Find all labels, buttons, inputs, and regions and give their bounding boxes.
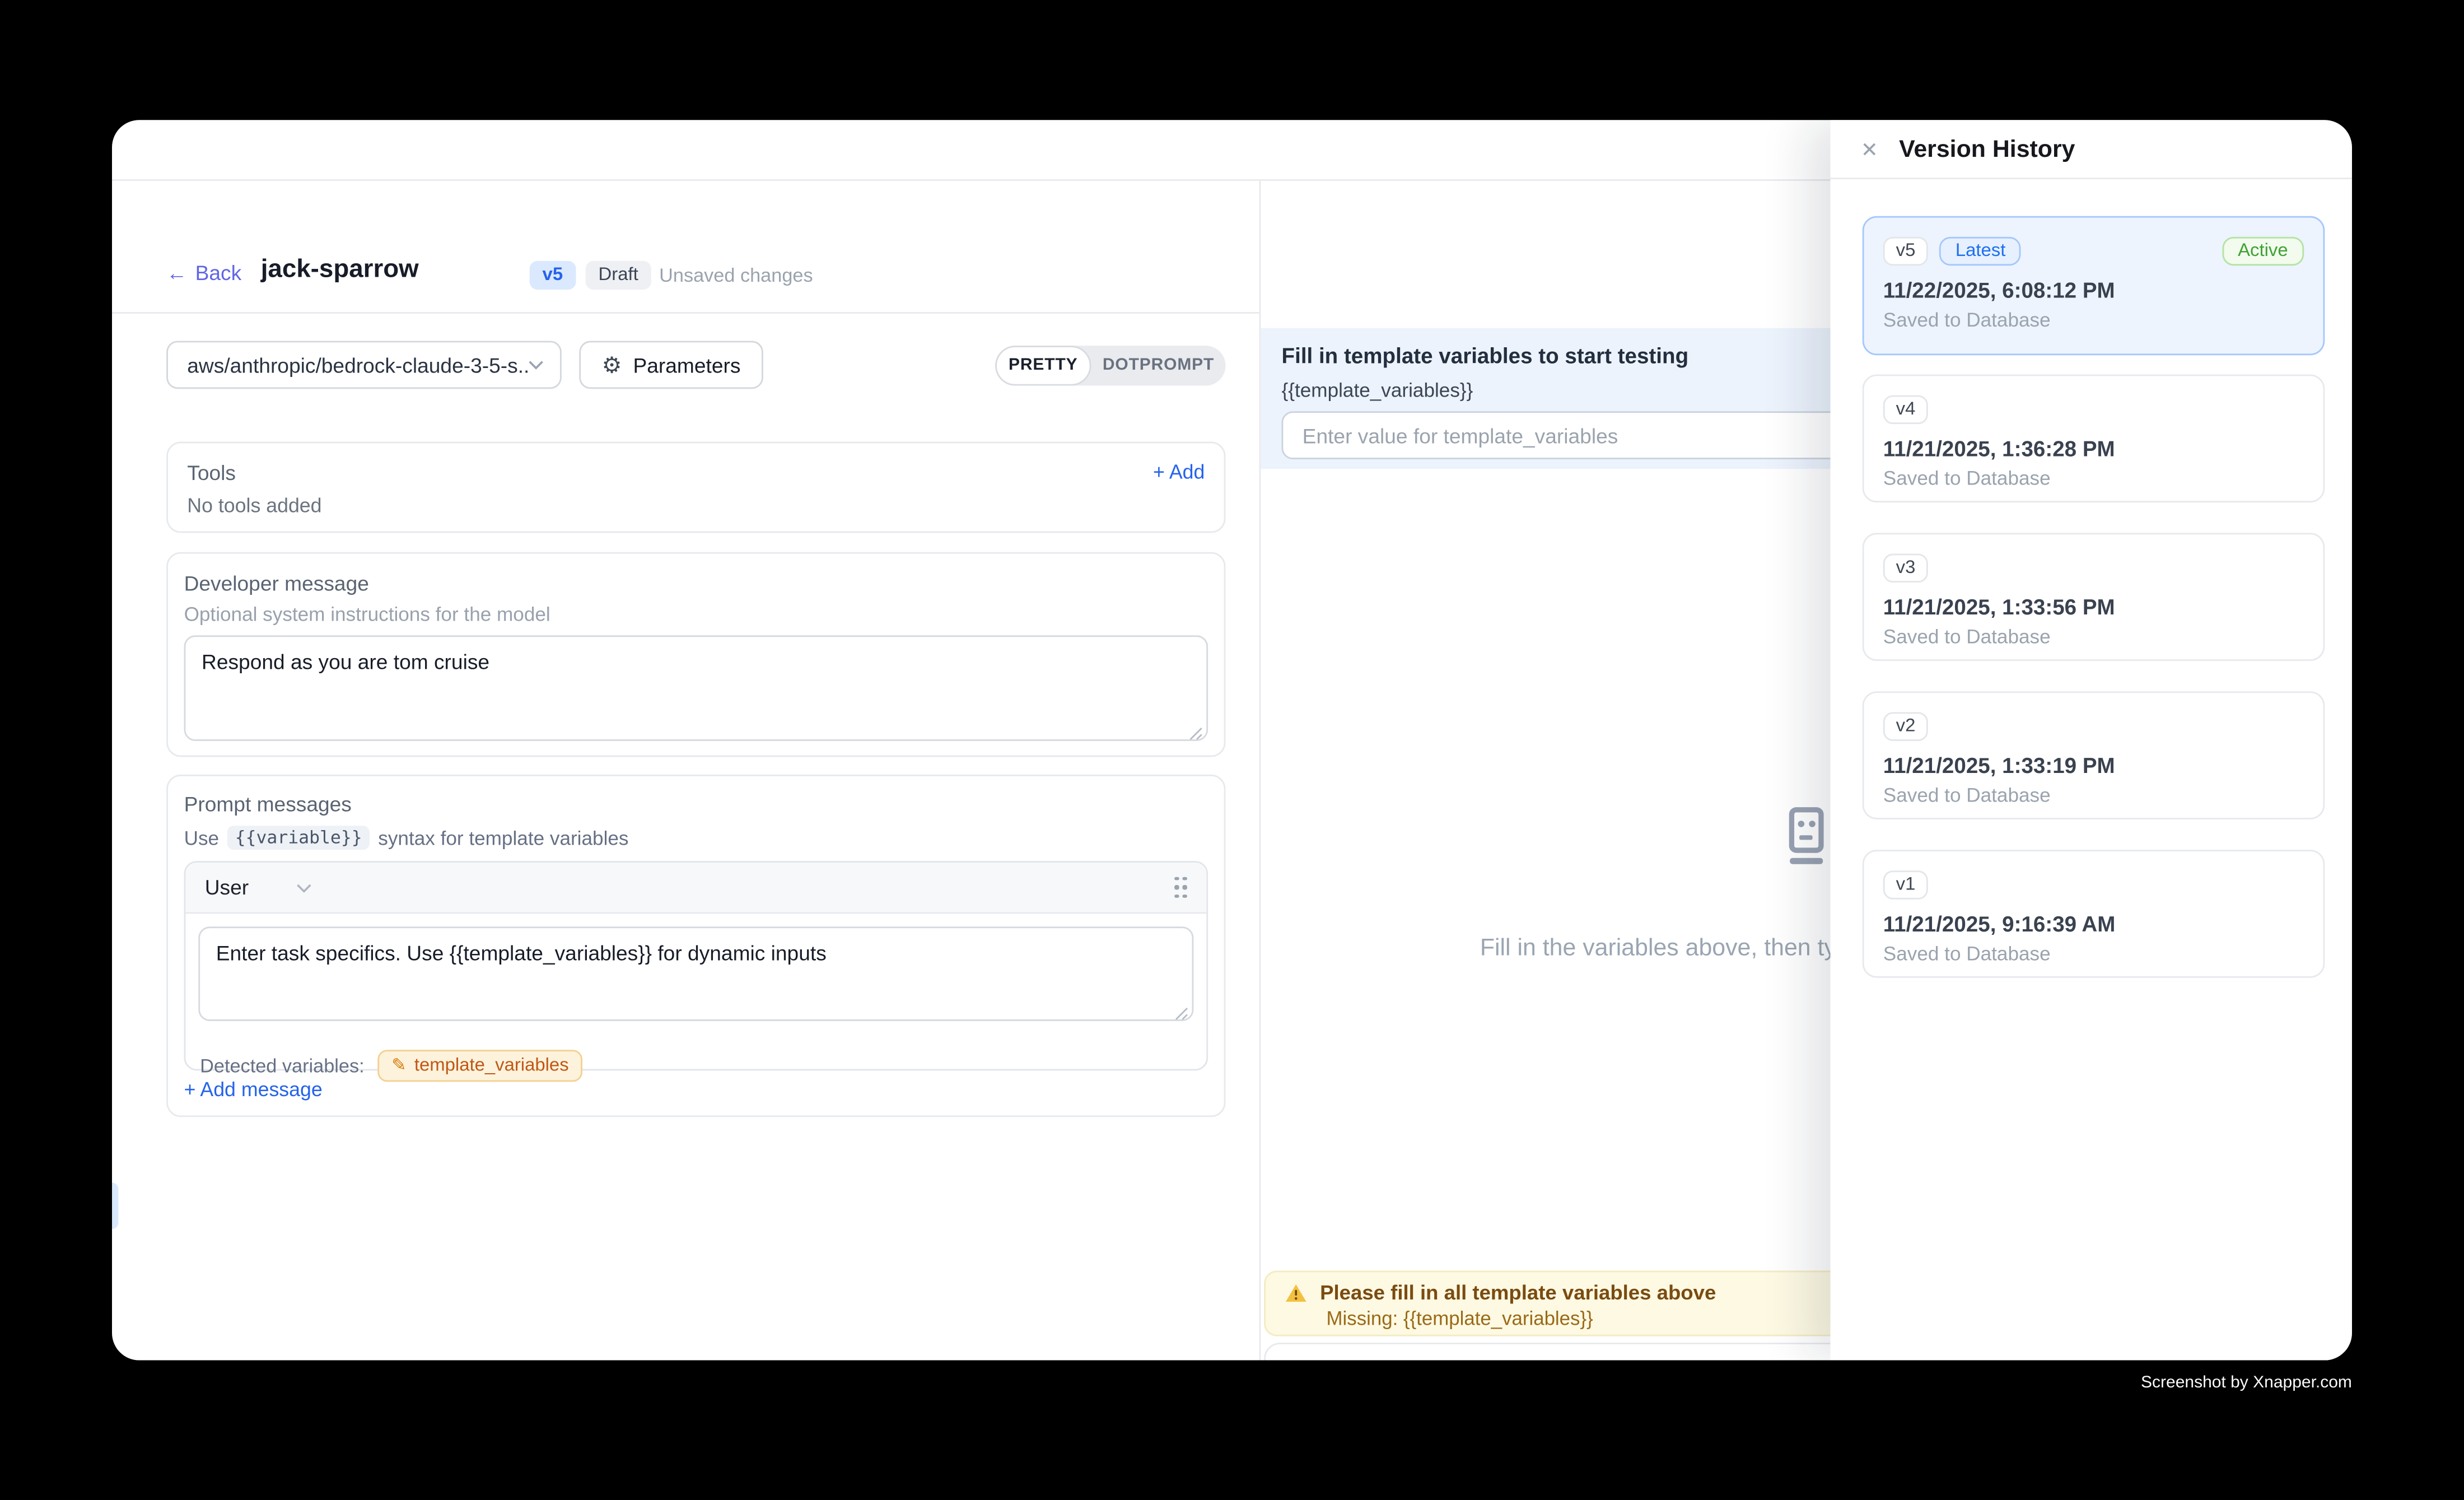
- developer-message-label: Developer message: [184, 571, 1208, 595]
- version-storage: Saved to Database: [1883, 467, 2304, 490]
- version-history-header: ✕ Version History: [1831, 120, 2352, 179]
- add-tool-button[interactable]: + Add: [1153, 461, 1205, 485]
- toggle-pretty[interactable]: PRETTY: [995, 346, 1091, 385]
- latest-badge: Latest: [1939, 237, 2022, 265]
- version-timestamp: 11/21/2025, 1:33:19 PM: [1883, 754, 2304, 778]
- detected-variables-label: Detected variables:: [200, 1055, 365, 1077]
- user-message-input[interactable]: Enter task specifics. Use {{template_var…: [198, 926, 1193, 1021]
- document-header-divider: [112, 312, 1261, 314]
- unsaved-changes-text: Unsaved changes: [659, 264, 813, 286]
- detected-variable-name: template_variables: [414, 1056, 569, 1075]
- version-storage: Saved to Database: [1883, 784, 2304, 807]
- add-message-button[interactable]: + Add message: [184, 1079, 323, 1101]
- pencil-icon: ✎: [391, 1057, 406, 1074]
- model-select-value: aws/anthropic/bedrock-claude-3-5-s...: [187, 353, 528, 377]
- model-select[interactable]: aws/anthropic/bedrock-claude-3-5-s...: [166, 341, 562, 389]
- version-chip: v2: [1883, 712, 1928, 740]
- tools-empty-text: No tools added: [187, 495, 1205, 517]
- page-title: jack-sparrow: [261, 256, 419, 285]
- variable-code-chip: {{variable}}: [227, 826, 370, 850]
- tester-empty-text: Fill in the variables above, then typ: [1480, 935, 1850, 962]
- version-timestamp: 11/21/2025, 9:16:39 AM: [1883, 912, 2304, 937]
- developer-message-input[interactable]: Respond as you are tom cruise: [184, 635, 1208, 741]
- version-card-v3[interactable]: v3 11/21/2025, 1:33:56 PM Saved to Datab…: [1863, 533, 2325, 661]
- version-timestamp: 11/21/2025, 1:33:56 PM: [1883, 595, 2304, 619]
- active-badge: Active: [2222, 237, 2304, 265]
- edge-tab[interactable]: [112, 1182, 118, 1229]
- syntax-prefix: Use: [184, 827, 219, 849]
- version-chip: v3: [1883, 554, 1928, 583]
- version-list: v5 Latest Active 11/22/2025, 6:08:12 PM …: [1831, 179, 2352, 978]
- message-header: User: [185, 863, 1206, 914]
- role-select[interactable]: User: [205, 875, 249, 900]
- developer-message-hint: Optional system instructions for the mod…: [184, 603, 1208, 626]
- parameters-label: Parameters: [633, 353, 740, 377]
- tools-label: Tools: [187, 461, 236, 485]
- version-chip: v1: [1883, 870, 1928, 899]
- view-toggle: PRETTY DOTPROMPT: [995, 346, 1225, 385]
- version-card-v4[interactable]: v4 11/21/2025, 1:36:28 PM Saved to Datab…: [1863, 375, 2325, 503]
- drag-grip-icon[interactable]: [1174, 877, 1187, 898]
- back-label: Back: [195, 261, 242, 285]
- back-button[interactable]: ← Back: [166, 261, 241, 285]
- version-badge: v5: [530, 261, 576, 290]
- version-history-panel: ✕ Version History v5 Latest Active 11/22…: [1831, 120, 2352, 1360]
- version-history-title: Version History: [1899, 135, 2075, 162]
- version-timestamp: 11/21/2025, 1:36:28 PM: [1883, 437, 2304, 461]
- back-arrow-icon: ←: [166, 261, 187, 285]
- watermark-text: Screenshot by Xnapper.com: [2141, 1373, 2352, 1392]
- document-header: ← Back jack-sparrow v5 Draft Unsaved chan…: [166, 254, 1254, 296]
- parameters-button[interactable]: ⚙ Parameters: [579, 341, 763, 389]
- warning-icon: [1285, 1283, 1307, 1302]
- version-card-v1[interactable]: v1 11/21/2025, 9:16:39 AM Saved to Datab…: [1863, 850, 2325, 978]
- version-card-v2[interactable]: v2 11/21/2025, 1:33:19 PM Saved to Datab…: [1863, 691, 2325, 819]
- version-storage: Saved to Database: [1883, 309, 2304, 331]
- screenshot-stage: ← Back jack-sparrow v5 Draft Unsaved chan…: [0, 0, 2464, 1500]
- message-block: User Enter task specifics. Use {{templat…: [184, 861, 1208, 1070]
- tools-card: Tools + Add No tools added: [166, 442, 1225, 533]
- version-chip: v5: [1883, 237, 1928, 265]
- version-storage: Saved to Database: [1883, 626, 2304, 648]
- version-storage: Saved to Database: [1883, 943, 2304, 965]
- toggle-dotprompt[interactable]: DOTPROMPT: [1091, 346, 1226, 385]
- app-window: ← Back jack-sparrow v5 Draft Unsaved chan…: [112, 120, 2352, 1360]
- gear-icon: ⚙: [602, 353, 622, 376]
- version-chip: v4: [1883, 395, 1928, 424]
- version-timestamp: 11/22/2025, 6:08:12 PM: [1883, 278, 2304, 302]
- prompt-messages-card: Prompt messages Use {{variable}} syntax …: [166, 775, 1225, 1117]
- close-icon[interactable]: ✕: [1861, 138, 1878, 159]
- detected-variable-chip[interactable]: ✎ template_variables: [377, 1050, 584, 1082]
- chevron-down-icon: [528, 360, 544, 370]
- syntax-hint: Use {{variable}} syntax for template var…: [184, 826, 1208, 850]
- version-card-v5[interactable]: v5 Latest Active 11/22/2025, 6:08:12 PM …: [1863, 216, 2325, 356]
- resize-handle-icon[interactable]: [1189, 726, 1203, 741]
- detected-variables-row: Detected variables: ✎ template_variables: [185, 1042, 1206, 1090]
- draft-badge: Draft: [586, 261, 651, 290]
- syntax-suffix: syntax for template variables: [378, 827, 628, 849]
- developer-message-card: Developer message Optional system instru…: [166, 552, 1225, 757]
- warning-title: Please fill in all template variables ab…: [1320, 1280, 1716, 1305]
- prompt-messages-label: Prompt messages: [184, 792, 1208, 816]
- resize-handle-icon[interactable]: [1174, 1007, 1189, 1021]
- chevron-down-icon[interactable]: [297, 883, 313, 892]
